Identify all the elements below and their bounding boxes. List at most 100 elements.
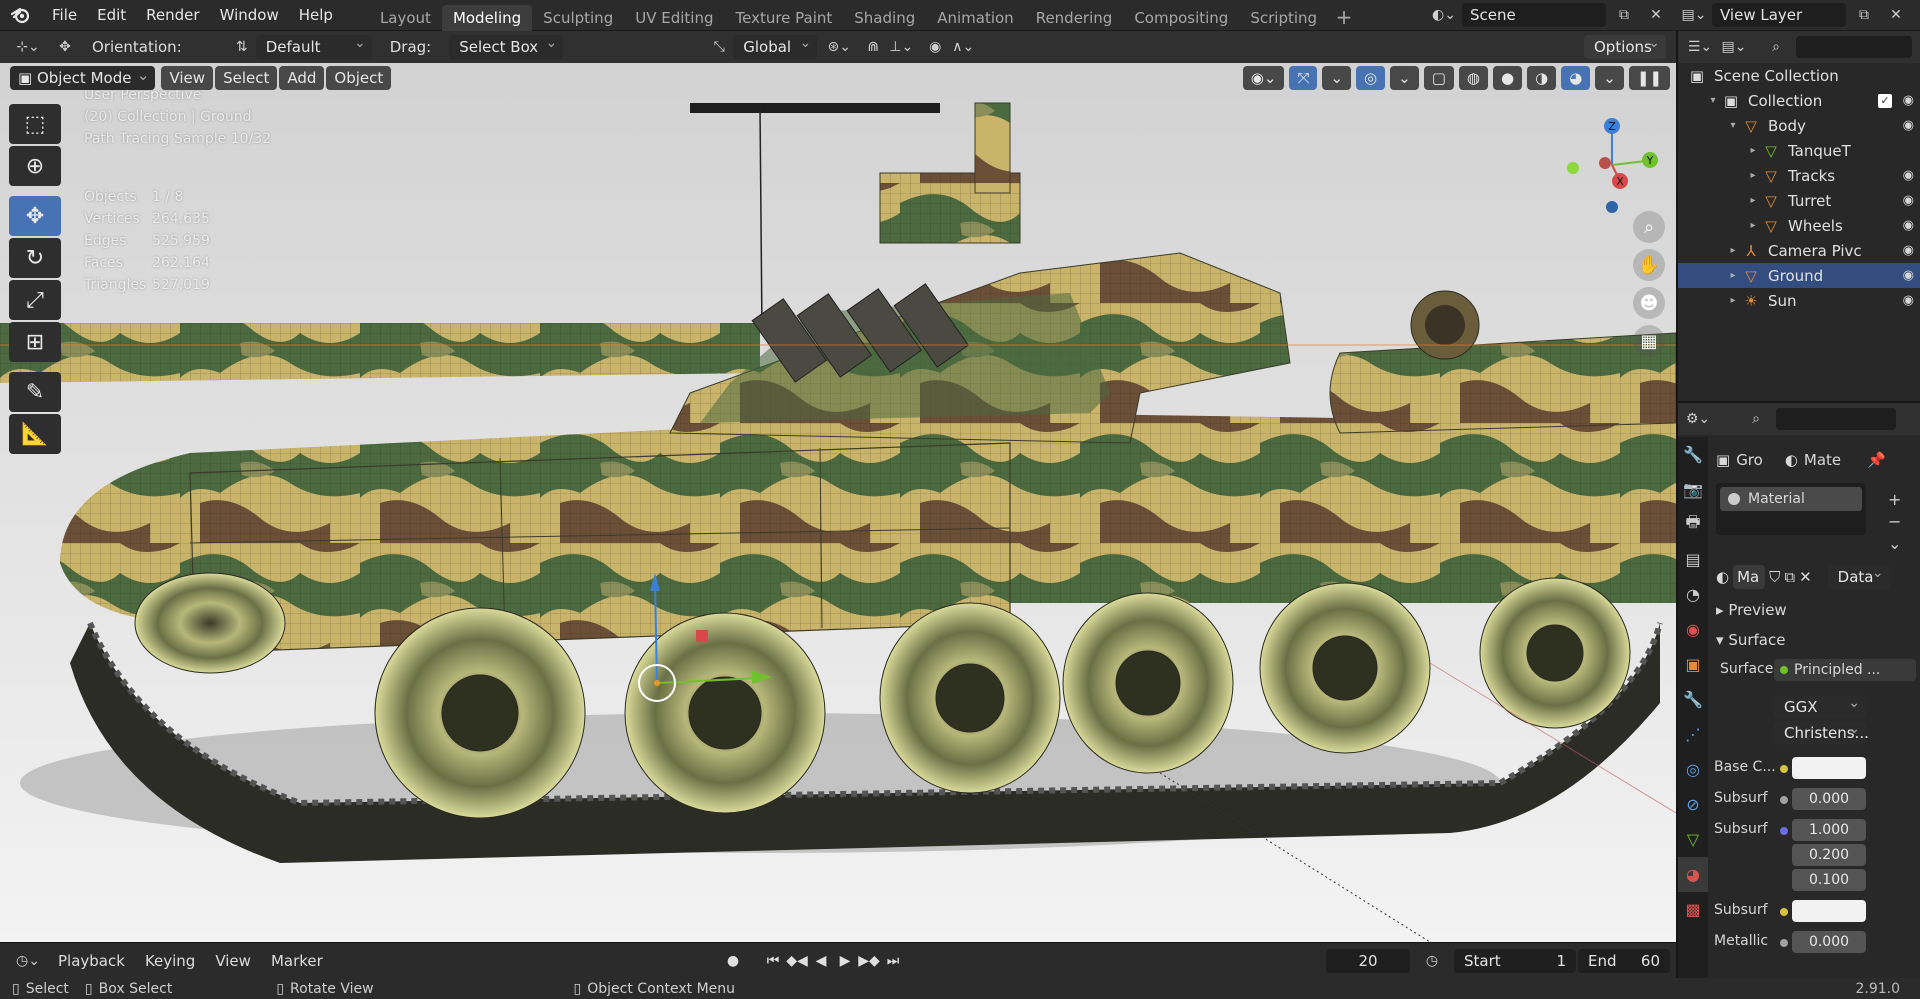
socket-dot-icon[interactable] (1780, 827, 1788, 835)
next-keyframe-icon[interactable]: ▶◆ (858, 953, 880, 969)
select-menu[interactable]: Select (215, 66, 278, 90)
tab-animation[interactable]: Animation (926, 5, 1024, 31)
tool-tab-icon[interactable]: 🔧 (1678, 437, 1708, 472)
socket-dot-icon[interactable] (1780, 908, 1788, 916)
transform-orientation-dropdown[interactable]: Global (733, 31, 818, 59)
physics-tab-icon[interactable]: ◎ (1678, 752, 1708, 787)
outliner-row[interactable]: ▸ ▽ Ground ◉ (1678, 263, 1920, 288)
object-menu[interactable]: Object (326, 66, 392, 90)
proportional-edit-icon[interactable]: ◉ (921, 35, 949, 59)
new-scene-icon[interactable]: ⧉ (1610, 3, 1638, 27)
link-mode-dropdown[interactable]: Data (1827, 561, 1890, 589)
preview-panel-header[interactable]: ▸ Preview (1716, 601, 1787, 619)
value-field[interactable]: 0.000 (1792, 788, 1866, 810)
constraints-tab-icon[interactable]: ⊘ (1678, 787, 1708, 822)
material-slot-row[interactable]: Material (1720, 487, 1862, 511)
solid-shading-icon[interactable]: ● (1493, 66, 1523, 90)
material-shading-icon[interactable]: ◑ (1527, 66, 1557, 90)
pause-render-icon[interactable]: ❚❚ (1628, 66, 1670, 90)
expand-toggle-icon[interactable]: ▸ (1726, 270, 1740, 281)
drag-dropdown[interactable]: Select Box (449, 31, 564, 59)
outliner-editor-icon[interactable]: ☰⌄ (1686, 35, 1714, 59)
visibility-eye-icon[interactable]: ◉ (1903, 218, 1914, 233)
menu-help[interactable]: Help (289, 0, 343, 31)
visibility-eye-icon[interactable]: ◉ (1903, 268, 1914, 283)
modifier-tab-icon[interactable]: 🔧 (1678, 682, 1708, 717)
value-field[interactable]: 1.000 (1792, 819, 1866, 841)
perspective-toggle-icon[interactable]: ▦ (1633, 325, 1665, 357)
outliner-row[interactable]: ▸ ▽ TanqueT (1678, 138, 1920, 163)
overlay-toggle-icon[interactable]: ◎ (1356, 66, 1386, 90)
outliner-row[interactable]: ▸ ▽ Turret ◉ (1678, 188, 1920, 213)
object-breadcrumb[interactable]: Gro (1736, 451, 1763, 469)
value-field[interactable]: 0.000 (1792, 931, 1866, 953)
snap-icon[interactable]: ⋒ (859, 35, 887, 59)
outliner-row[interactable]: ▾ ▽ Body ◉ (1678, 113, 1920, 138)
snap-target-icon[interactable]: ⊥⌄ (887, 35, 915, 59)
visibility-icon[interactable]: ◉⌄ (1242, 66, 1285, 90)
remove-slot-button[interactable]: − (1888, 511, 1901, 533)
orientation-dropdown[interactable]: Default (255, 31, 372, 59)
gizmo-toggle-icon[interactable]: ⤧ (1289, 66, 1318, 90)
prev-keyframe-icon[interactable]: ◆◀ (786, 953, 808, 969)
tab-shading[interactable]: Shading (843, 5, 926, 31)
menu-render[interactable]: Render (136, 0, 209, 31)
new-view-layer-icon[interactable]: ⧉ (1850, 3, 1878, 27)
jump-start-icon[interactable]: ⏮ (762, 953, 784, 969)
camera-view-icon[interactable]: ☻ (1633, 287, 1665, 319)
world-tab-icon[interactable]: ◉ (1678, 612, 1708, 647)
material-tab-icon[interactable]: ◕ (1678, 857, 1708, 892)
falloff-icon[interactable]: ∧⌄ (949, 35, 977, 59)
tab-compositing[interactable]: Compositing (1123, 5, 1239, 31)
material-breadcrumb[interactable]: Mate (1804, 451, 1841, 469)
editor-type-icon[interactable]: ⊹⌄ (8, 35, 48, 59)
tab-layout[interactable]: Layout (369, 5, 442, 31)
value-field[interactable]: 0.100 (1792, 869, 1866, 891)
outliner-row[interactable]: ▸ ☀ Sun ◉ (1678, 288, 1920, 313)
gizmo-dropdown-icon[interactable]: ⌄ (1322, 66, 1352, 90)
options-dropdown[interactable]: Options (1584, 31, 1666, 59)
xray-icon[interactable]: ▢ (1423, 66, 1454, 90)
display-mode-icon[interactable]: ▤⌄ (1720, 35, 1748, 59)
view-menu[interactable]: View (161, 66, 214, 90)
marker-menu[interactable]: Marker (271, 952, 323, 970)
search-icon[interactable]: ⌕ (1762, 35, 1790, 59)
expand-toggle-icon[interactable]: ▸ (1726, 245, 1740, 256)
play-icon[interactable]: ▶ (834, 953, 856, 969)
visibility-eye-icon[interactable]: ◉ (1903, 93, 1914, 108)
rotate-tool-icon[interactable]: ↻ (9, 238, 61, 278)
delete-view-layer-icon[interactable]: ✕ (1882, 3, 1910, 27)
slot-menu-button[interactable]: ⌄ (1888, 533, 1901, 555)
pivot-point-icon[interactable]: ⊛⌄ (825, 35, 853, 59)
add-workspace-button[interactable]: + (1332, 6, 1356, 30)
exclude-checkbox[interactable]: ✓ (1878, 93, 1892, 108)
expand-toggle-icon[interactable]: ▸ (1746, 195, 1760, 206)
menu-edit[interactable]: Edit (87, 0, 136, 31)
visibility-eye-icon[interactable]: ◉ (1903, 168, 1914, 183)
unlink-material-icon[interactable]: ✕ (1799, 568, 1812, 586)
menu-file[interactable]: File (42, 0, 87, 31)
material-browse-icon[interactable]: ◐ (1716, 568, 1729, 586)
tab-scripting[interactable]: Scripting (1239, 5, 1328, 31)
object-mode-dropdown[interactable]: ▣ Object Mode ⌄ (10, 66, 156, 90)
expand-toggle-icon[interactable]: ▾ (1726, 120, 1740, 131)
move-tool-icon[interactable]: ✥ (9, 196, 61, 236)
annotate-tool-icon[interactable]: ✎ (9, 372, 61, 412)
distribution-dropdown[interactable]: GGX (1774, 691, 1866, 719)
tab-sculpting[interactable]: Sculpting (532, 5, 624, 31)
surface-panel-header[interactable]: ▾ Surface (1716, 631, 1785, 649)
navigation-gizmo[interactable]: Z Y X (1560, 103, 1664, 223)
data-tab-icon[interactable]: ▽ (1678, 822, 1708, 857)
overlay-dropdown-icon[interactable]: ⌄ (1390, 66, 1419, 90)
view-menu-timeline[interactable]: View (215, 952, 251, 970)
expand-toggle-icon[interactable]: ▸ (1746, 170, 1760, 181)
duplicate-material-icon[interactable]: ⧉ (1784, 568, 1795, 586)
jump-end-icon[interactable]: ⏭ (882, 953, 904, 969)
transform-tool-icon[interactable]: ⊞ (9, 322, 61, 362)
material-slot-list[interactable]: Material (1716, 483, 1866, 535)
preview-range-icon[interactable]: ◷ (1418, 949, 1446, 973)
color-swatch[interactable] (1792, 900, 1866, 922)
scene-collection-row[interactable]: ▣ Scene Collection (1678, 63, 1920, 88)
delete-scene-icon[interactable]: ✕ (1642, 3, 1670, 27)
material-name-field[interactable]: Ma (1733, 565, 1766, 589)
